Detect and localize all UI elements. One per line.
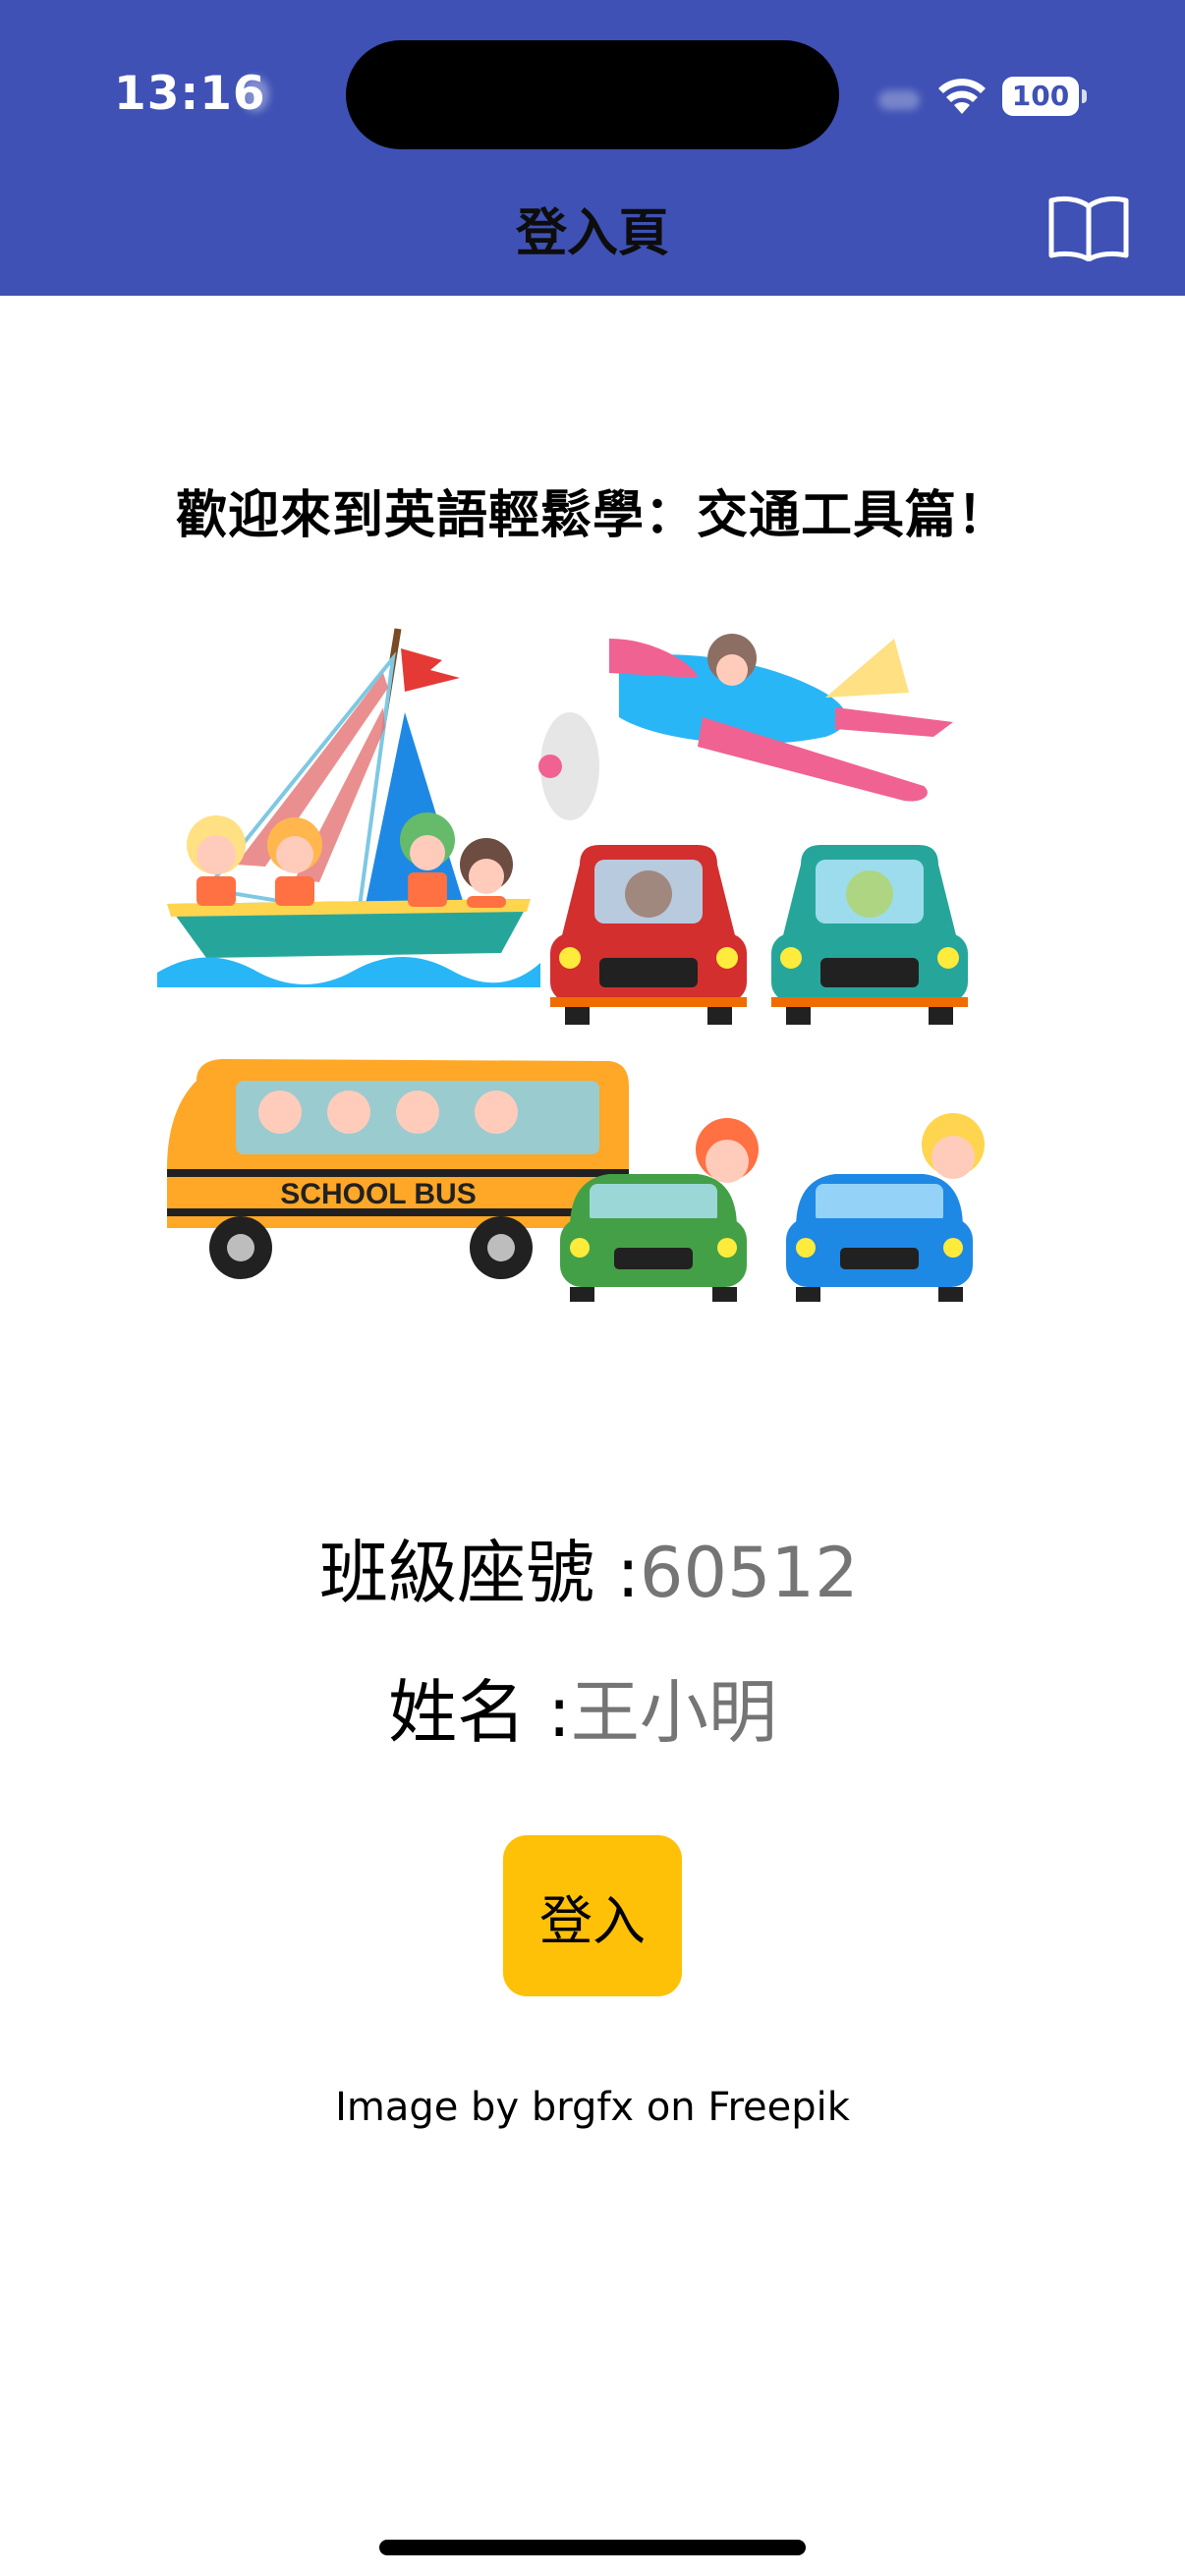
battery-level: 100 [1002, 77, 1079, 116]
sailboat-image [157, 628, 540, 987]
wifi-icon [938, 79, 986, 114]
status-indicator-blur [242, 77, 269, 112]
red-car-image [550, 845, 747, 1025]
school-bus-image: SCHOOL BUS [167, 1059, 629, 1279]
dynamic-island [346, 40, 839, 149]
welcome-heading: 歡迎來到英語輕鬆學：交通工具篇！ [175, 486, 1009, 545]
app-header: 13:16 100 登入頁 [0, 0, 1185, 296]
bus-sign: SCHOOL BUS [280, 1178, 476, 1210]
login-button[interactable]: 登入 [503, 1835, 682, 1996]
book-icon[interactable] [1047, 195, 1130, 261]
teal-car-image [771, 845, 968, 1025]
name-label: 姓名 : [388, 1672, 571, 1753]
signal-icon [878, 90, 920, 110]
airplane-image [538, 634, 953, 820]
blue-car-image [786, 1113, 985, 1302]
class-seat-row: 班級座號 : [0, 1518, 1185, 1617]
page-title: 登入頁 [515, 204, 669, 263]
name-input[interactable] [570, 1672, 797, 1753]
vehicles-illustration: SCHOOL BUS [157, 628, 985, 1302]
battery-icon: 100 [1002, 77, 1087, 116]
image-credit: Image by brgfx on Freepik [335, 2085, 850, 2130]
class-seat-input[interactable] [639, 1533, 866, 1613]
class-seat-label: 班級座號 : [319, 1533, 640, 1613]
home-indicator [379, 2540, 806, 2555]
name-row: 姓名 : [0, 1657, 1185, 1757]
